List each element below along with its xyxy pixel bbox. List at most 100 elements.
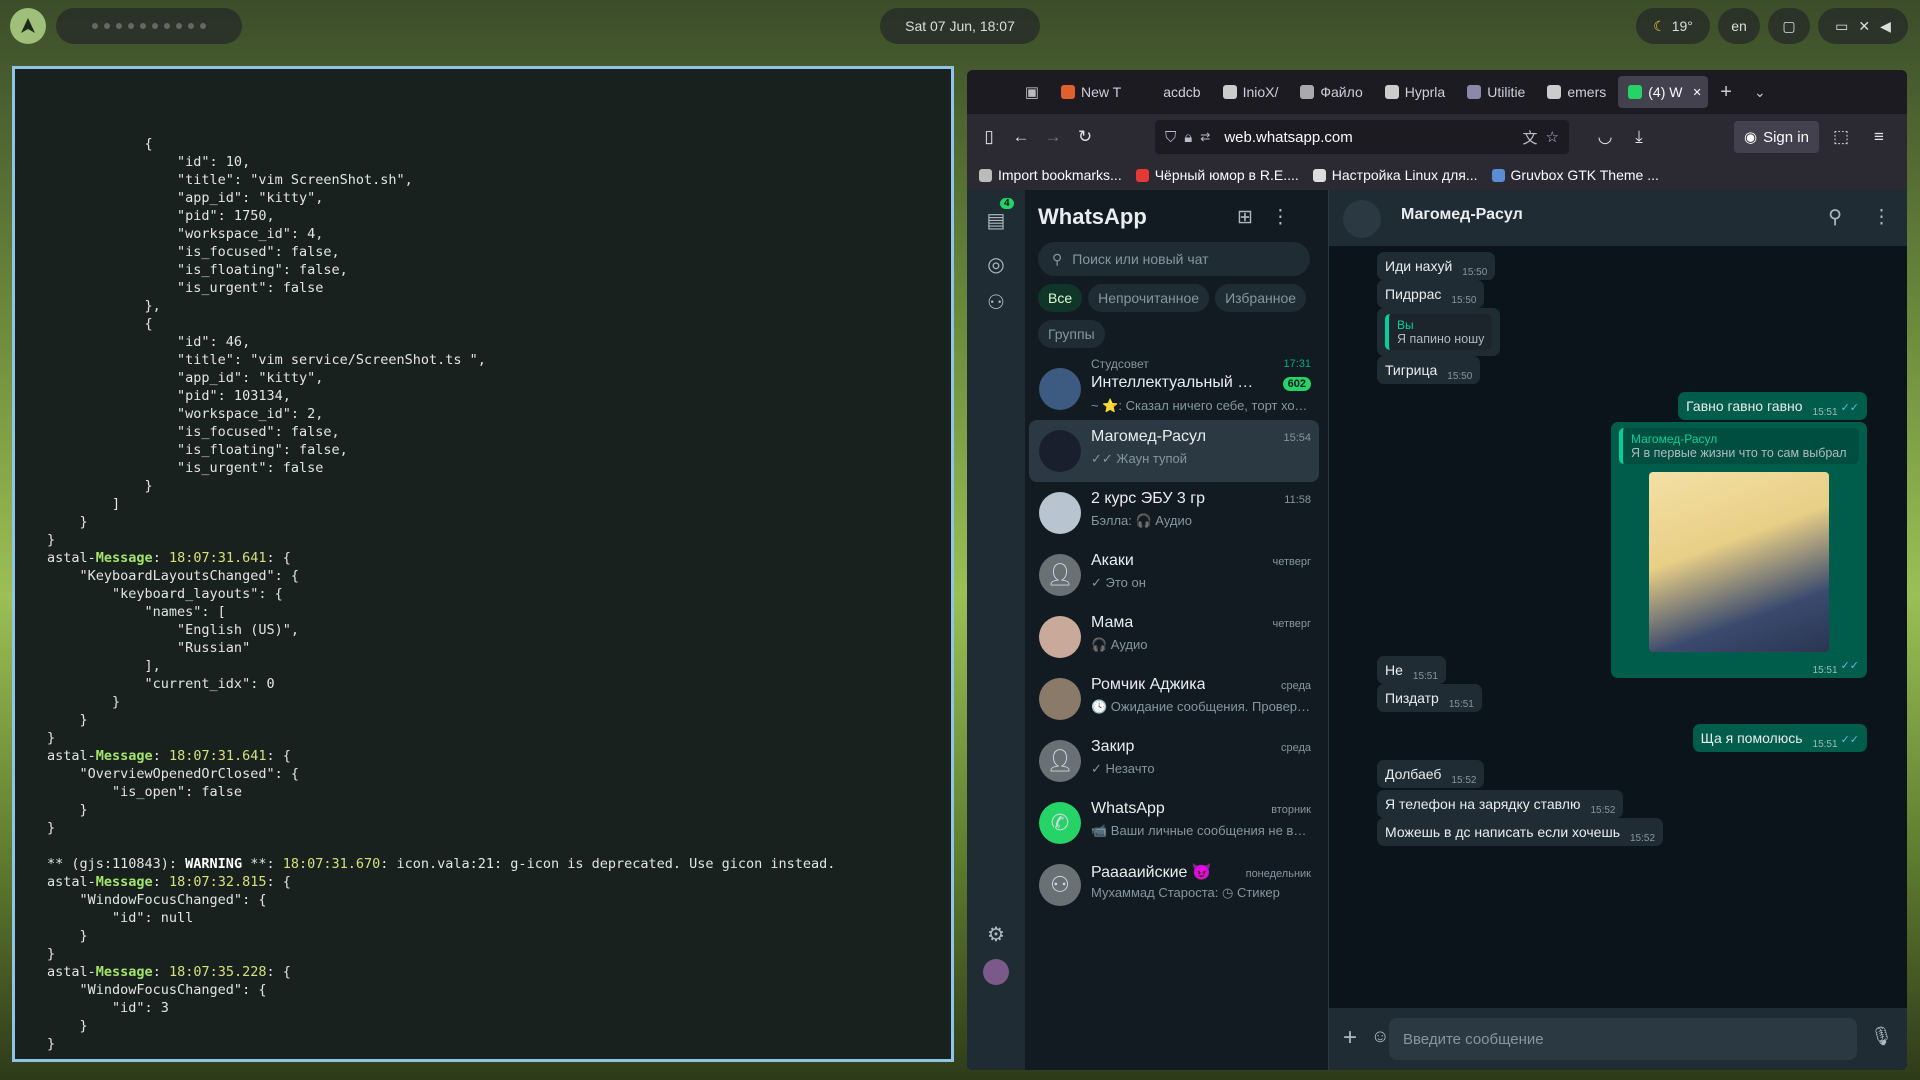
browser-tab[interactable]: acdcb (1133, 76, 1210, 108)
app-title: WhatsApp (1038, 204, 1147, 229)
clock[interactable]: Sat 07 Jun, 18:07 (880, 8, 1040, 44)
chat-item[interactable]: 👤︎ Закир среда ✓ Незачто (1029, 730, 1319, 792)
lock-icon[interactable]: 🔒︎ (1184, 129, 1192, 146)
browser-tab[interactable]: InioX/ (1213, 76, 1289, 108)
emoji-icon[interactable]: ☺ (1371, 1026, 1389, 1047)
message-bubble[interactable]: Магомед-Расул Я в первые жизни что то сам… (1611, 422, 1867, 678)
monitor-icon[interactable]: ▭ (1835, 18, 1848, 35)
search-icon[interactable]: ⚲ (1828, 206, 1842, 229)
new-chat-icon[interactable]: ⊞ (1237, 206, 1253, 229)
back-icon[interactable]: ← (1005, 121, 1037, 153)
message-bubble[interactable]: Я телефон на зарядку ставлю 15:52 (1377, 790, 1624, 818)
menu-dots-icon[interactable]: ⋮ (1872, 206, 1891, 229)
shield-icon[interactable]: ⛉ (1165, 129, 1176, 146)
chat-item[interactable]: ⚇ Рааааийские 😈 понедельник Мухаммад Старос… (1029, 854, 1319, 916)
terminal-line: { (47, 316, 153, 332)
bookmark-item[interactable]: Import bookmarks... (979, 167, 1122, 183)
terminal-line: ], (47, 658, 161, 674)
reload-icon[interactable]: ↻ (1069, 121, 1101, 153)
filter-chip[interactable]: Непрочитанное (1088, 284, 1210, 312)
chats-icon[interactable]: ▤ 4 (980, 198, 1014, 236)
chat-item[interactable]: ✆ WhatsApp вторник 📹 Ваши личные сообщения … (1029, 792, 1319, 854)
filter-chip[interactable]: Все (1038, 284, 1083, 312)
message-bubble[interactable]: Вы Я папино ношу (1377, 308, 1501, 356)
browser-tab[interactable]: (4) W ✕ (1618, 76, 1709, 108)
bookmark-star-icon[interactable]: ☆ (1546, 128, 1559, 146)
message-bubble[interactable]: Долбаеб 15:52 (1377, 760, 1485, 788)
message-bubble[interactable]: Тигрица 15:50 (1377, 356, 1481, 384)
anime-image-attachment[interactable] (1649, 472, 1829, 652)
chat-preview: 📹 Ваши личные сообщения не вид... (1091, 823, 1313, 838)
extensions-icon[interactable]: ⬚ (1825, 121, 1857, 153)
attach-icon[interactable]: + (1343, 1024, 1357, 1052)
contact-avatar[interactable] (1343, 200, 1381, 238)
browser-tab[interactable]: Utilitie (1457, 76, 1535, 108)
message-bubble[interactable]: Пидррас 15:50 (1377, 280, 1485, 308)
message-bubble[interactable]: Не 15:51 (1377, 656, 1446, 684)
bookmark-item[interactable]: Gruvbox GTK Theme ... (1491, 167, 1659, 183)
settings-icon[interactable]: ⚙ (980, 918, 1012, 950)
tab-list-icon[interactable]: ▣ (1017, 83, 1047, 101)
sidebar-toggle-icon[interactable]: ▯ (973, 121, 1005, 153)
conversation-header[interactable]: Магомед-Расул ⚲ ⋮ (1329, 190, 1907, 246)
menu-dots-icon[interactable]: ⋮ (1271, 206, 1290, 229)
browser-tab[interactable]: Файло (1290, 76, 1372, 108)
communities-icon[interactable]: ⚇ (980, 286, 1012, 318)
message-input[interactable]: Введите сообщение (1389, 1018, 1857, 1060)
chat-item[interactable]: Мама четверг 🎧 Аудио (1029, 606, 1319, 668)
chat-item[interactable]: Студсовет Интеллектуальный сек... 17:31 602… (1029, 357, 1319, 428)
profile-avatar[interactable] (980, 956, 1012, 988)
translate-icon[interactable]: 文 (1523, 127, 1538, 148)
volume-icon[interactable]: ◀ (1880, 18, 1891, 35)
chat-item[interactable]: Магомед-Расул 15:54 ✓✓ Жаун тупой (1029, 420, 1319, 482)
message-bubble[interactable]: Иди нахуй 15:50 (1377, 252, 1496, 280)
tab-close-icon[interactable]: ✕ (1692, 86, 1701, 99)
top-bar: Sat 07 Jun, 18:07 ☾ 19° en ▢ ▭ ✕ ◀ (0, 0, 1920, 50)
mic-muted-icon[interactable]: ✕ (1858, 18, 1870, 35)
browser-tab[interactable]: New T (1051, 76, 1131, 108)
system-tray[interactable]: ▭ ✕ ◀ (1818, 8, 1908, 44)
message-bubble[interactable]: Ща я помолюсь 15:51 ✓✓ (1692, 724, 1867, 752)
bookmark-item[interactable]: Настройка Linux для... (1312, 167, 1478, 183)
chat-item[interactable]: 2 курс ЭБУ 3 гр 11:58 Бэлла: 🎧 Аудио (1029, 482, 1319, 544)
microphone-icon[interactable]: 🎙︎ (1870, 1026, 1893, 1047)
quoted-message[interactable]: Магомед-Расул Я в первые жизни что то сам… (1619, 428, 1859, 464)
workspaces-indicator[interactable] (56, 8, 242, 44)
filter-chips: Все Непрочитанное Избранное Группы (1038, 284, 1323, 348)
url-bar[interactable]: ⛉ 🔒︎ ⇄ web.whatsapp.com 文 ☆ (1155, 120, 1569, 154)
terminal-line: "WindowFocusChanged": { (47, 982, 267, 998)
url-text[interactable]: web.whatsapp.com (1224, 129, 1514, 146)
chat-item[interactable]: 👤︎ Акаки четверг ✓ Это он (1029, 544, 1319, 606)
quoted-message[interactable]: Вы Я папино ношу (1385, 314, 1493, 350)
sign-in-button[interactable]: ◉ Sign in (1734, 121, 1819, 153)
menu-icon[interactable]: ≡ (1863, 121, 1895, 153)
downloads-icon[interactable]: ⤓ (1623, 121, 1655, 153)
terminal-line: } (47, 514, 88, 530)
forward-icon[interactable]: → (1037, 121, 1069, 153)
terminal-line: "is_urgent": false (47, 460, 324, 476)
filter-chip[interactable]: Избранное (1215, 284, 1307, 312)
contact-name[interactable]: Магомед-Расул (1401, 206, 1523, 224)
chat-time: четверг (1272, 618, 1312, 630)
filter-chip[interactable]: Группы (1038, 320, 1105, 348)
new-tab-icon[interactable]: + (1720, 81, 1732, 104)
message-bubble[interactable]: Можешь в дс написать если хочешь 15:52 (1377, 818, 1664, 846)
browser-tab[interactable]: emers (1537, 76, 1616, 108)
browser-tab[interactable]: Hyprla (1375, 76, 1455, 108)
weather-widget[interactable]: ☾ 19° (1636, 8, 1710, 44)
message-bubble[interactable]: Пиздатр 15:51 (1377, 684, 1482, 712)
search-input[interactable]: ⚲ Поиск или новый чат (1038, 242, 1310, 276)
terminal-window[interactable]: { "id": 10, "title": "vim ScreenShot.sh"… (12, 66, 954, 1062)
terminal-output: { "id": 10, "title": "vim ScreenShot.sh"… (47, 135, 951, 1053)
browser-window[interactable]: ▣ New T acdcb InioX/Файло Hyprla Utilitie eme… (967, 70, 1907, 1070)
message-bubble[interactable]: Гавно гавно гавно 15:51 ✓✓ (1678, 392, 1867, 420)
chat-item[interactable]: Ромчик Аджика среда 🕓 Ожидание сообщения. … (1029, 668, 1319, 730)
launcher-button[interactable] (10, 8, 46, 44)
status-icon[interactable]: ◎ (980, 248, 1012, 280)
tab-overflow-icon[interactable]: ⌄ (1754, 84, 1766, 101)
pocket-icon[interactable]: ◡ (1589, 121, 1621, 153)
bookmark-item[interactable]: Чёрный юмор в R.E.... (1135, 167, 1299, 183)
screen-icon[interactable]: ▢ (1768, 8, 1810, 44)
keyboard-layout[interactable]: en (1718, 8, 1760, 44)
permissions-icon[interactable]: ⇄ (1200, 130, 1210, 144)
